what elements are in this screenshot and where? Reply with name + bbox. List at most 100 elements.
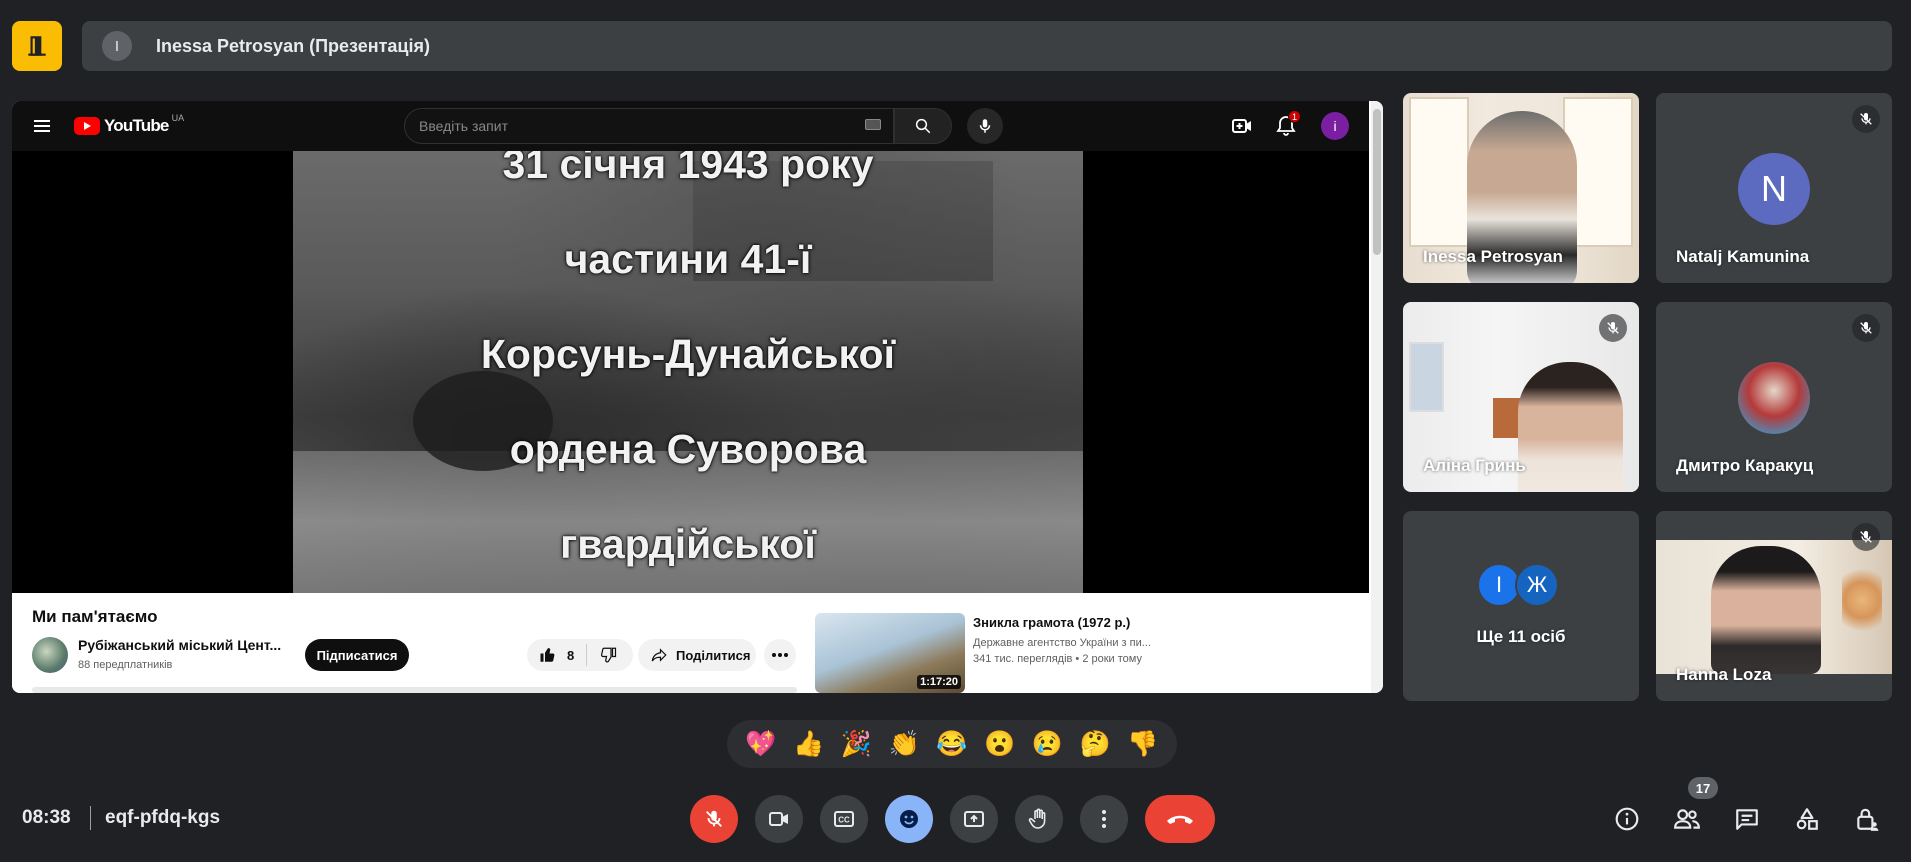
reaction-sparkling-heart[interactable]: 💖 [741, 724, 781, 764]
share-label: Поділитися [676, 647, 751, 663]
youtube-video-player[interactable]: 31 січня 1943 року частини 41-ї Корсунь-… [12, 151, 1369, 593]
participant-tile-natalj[interactable]: N Natalj Kamunina [1656, 93, 1892, 283]
reaction-clapping[interactable]: 👏 [884, 724, 924, 764]
description-placeholder [32, 687, 797, 693]
reactions-button[interactable] [885, 795, 933, 843]
reaction-crying[interactable]: 😢 [1027, 724, 1067, 764]
subscriber-count: 88 передплатників [78, 659, 173, 671]
more-actions-button[interactable] [764, 639, 796, 671]
page-scrollbar[interactable] [1371, 101, 1383, 693]
scrollbar-thumb[interactable] [1373, 109, 1381, 255]
video-duration: 1:17:20 [917, 675, 961, 689]
reaction-party-popper[interactable]: 🎉 [836, 724, 876, 764]
subtitle-line: ордена Суворова [509, 426, 867, 472]
more-vertical-icon [1102, 810, 1106, 828]
raise-hand-icon [1028, 808, 1046, 829]
participant-tile-hanna[interactable]: Hanna Loza [1656, 511, 1892, 701]
participant-person [1518, 362, 1623, 492]
like-dislike-group: 8 [527, 639, 633, 671]
recommended-channel[interactable]: Державне агентство України з пи... [973, 637, 1151, 649]
captions-button[interactable]: CC [820, 795, 868, 843]
hamburger-menu-icon[interactable] [32, 116, 52, 136]
subscribe-button[interactable]: Підписатися [305, 639, 409, 671]
share-button[interactable]: Поділитися [638, 639, 756, 671]
meet-app-badge[interactable] [12, 21, 62, 71]
video-camera-icon [769, 812, 788, 826]
door-exit-icon [28, 36, 46, 56]
people-button[interactable] [1671, 803, 1703, 835]
recommended-title[interactable]: Зникла грамота (1972 р.) [973, 615, 1130, 630]
reaction-thumbs-up[interactable]: 👍 [789, 724, 829, 764]
video-frame: 31 січня 1943 року частини 41-ї Корсунь-… [293, 151, 1083, 593]
channel-avatar[interactable] [32, 637, 68, 673]
reactions-bar: 💖 👍 🎉 👏 😂 😮 😢 🤔 👎 [727, 720, 1177, 768]
youtube-voice-search-button[interactable] [967, 108, 1003, 144]
reaction-thumbs-down[interactable]: 👎 [1123, 724, 1163, 764]
raise-hand-button[interactable] [1015, 795, 1063, 843]
youtube-header: YouTube UA 1 i [12, 101, 1369, 151]
channel-name[interactable]: Рубіжанський міський Цент... [78, 637, 281, 653]
participant-name: Hanna Loza [1676, 665, 1772, 684]
keyboard-icon[interactable] [865, 119, 881, 130]
participant-name: Аліна Гринь [1423, 456, 1526, 475]
participant-avatar: Ж [1515, 563, 1559, 607]
shared-screen: YouTube UA 1 i 31 січня 1943 року частин… [12, 101, 1383, 693]
youtube-play-icon [74, 117, 100, 135]
microphone-icon [979, 119, 991, 133]
youtube-search-input[interactable] [419, 118, 839, 134]
presenter-avatar: I [102, 31, 132, 61]
participant-tile-dmytro[interactable]: Дмитро Каракуц [1656, 302, 1892, 492]
activities-shapes-icon [1796, 808, 1818, 830]
youtube-search-box[interactable] [404, 108, 894, 144]
bookshelf [1409, 97, 1469, 247]
dislike-icon[interactable] [599, 646, 617, 664]
like-divider [586, 644, 588, 666]
participant-tile-alina[interactable]: Аліна Гринь [1403, 302, 1639, 492]
youtube-logo[interactable]: YouTube UA [74, 113, 184, 136]
participant-name: Inessa Petrosyan [1423, 247, 1563, 266]
others-tile[interactable]: І Ж Ще 11 осіб [1403, 511, 1639, 701]
present-screen-icon [964, 811, 984, 827]
background-flower [1842, 560, 1882, 640]
mic-off-icon [1599, 314, 1627, 342]
others-count-label: Ще 11 осіб [1476, 627, 1566, 646]
info-icon [1615, 807, 1639, 831]
leave-call-button[interactable] [1145, 795, 1215, 843]
reaction-tears-of-joy[interactable]: 😂 [932, 724, 972, 764]
like-icon[interactable] [539, 646, 557, 664]
youtube-wordmark: YouTube [104, 116, 169, 135]
host-controls-button[interactable] [1851, 803, 1883, 835]
window-background [1409, 342, 1444, 412]
recommended-thumbnail[interactable]: 1:17:20 [815, 613, 965, 693]
more-options-button[interactable] [1080, 795, 1128, 843]
subtitle-line: частини 41-ї [564, 236, 812, 282]
reaction-surprised[interactable]: 😮 [980, 724, 1020, 764]
meeting-details-button[interactable] [1611, 803, 1643, 835]
presenter-banner: I Inessa Petrosyan (Презентація) [82, 21, 1892, 71]
create-video-icon[interactable] [1230, 114, 1254, 138]
bottom-divider [90, 806, 91, 830]
svg-text:CC: CC [838, 816, 850, 825]
meeting-code: eqf-pfdq-kgs [105, 807, 221, 828]
mic-off-icon [1852, 105, 1880, 133]
chat-button[interactable] [1731, 803, 1763, 835]
participant-person [1711, 546, 1821, 674]
subtitle-line: Корсунь-Дунайської [480, 331, 896, 377]
recommended-meta: 341 тис. переглядів • 2 роки тому [973, 653, 1142, 665]
emoji-smile-icon [900, 810, 918, 828]
microphone-toggle-button[interactable] [690, 795, 738, 843]
youtube-account-avatar[interactable]: i [1321, 112, 1349, 140]
activities-button[interactable] [1791, 803, 1823, 835]
camera-toggle-button[interactable] [755, 795, 803, 843]
present-screen-button[interactable] [950, 795, 998, 843]
subtitle-line: гвардійської [560, 521, 816, 567]
participant-tile-inessa[interactable]: Inessa Petrosyan [1403, 93, 1639, 283]
meeting-clock: 08:38 [22, 807, 71, 828]
participant-avatar: N [1738, 153, 1810, 225]
reaction-thinking[interactable]: 🤔 [1075, 724, 1115, 764]
more-horizontal-icon [772, 653, 788, 657]
chat-icon [1736, 809, 1758, 830]
youtube-search-button[interactable] [894, 108, 952, 144]
mic-off-icon [1852, 523, 1880, 551]
people-icon [1674, 809, 1700, 829]
